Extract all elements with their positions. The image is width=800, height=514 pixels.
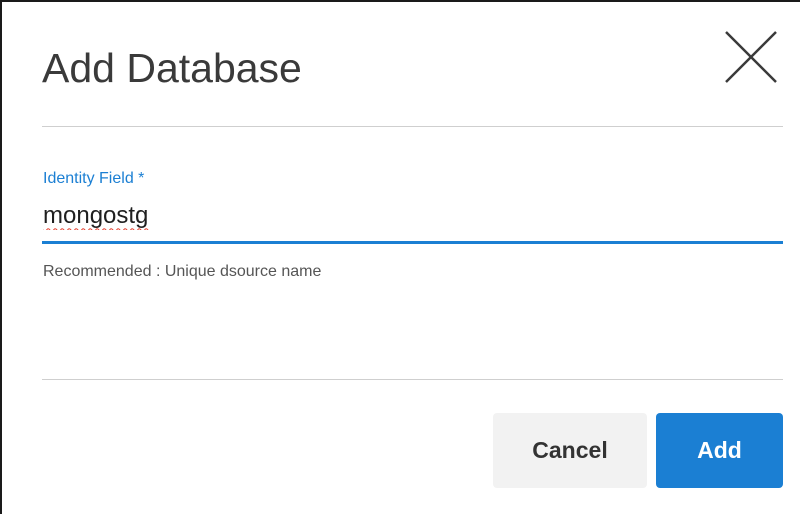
identity-field-label: Identity Field *: [43, 170, 145, 187]
add-database-dialog: Add Database Identity Field * Recommende…: [0, 0, 800, 514]
close-button[interactable]: [722, 28, 780, 86]
identity-field-input[interactable]: [42, 198, 783, 244]
footer-divider: [42, 379, 783, 380]
add-button[interactable]: Add: [656, 413, 783, 488]
identity-field-helper-text: Recommended : Unique dsource name: [43, 263, 322, 280]
cancel-button[interactable]: Cancel: [493, 413, 647, 488]
header-divider: [42, 126, 783, 127]
close-icon[interactable]: [722, 28, 780, 86]
dialog-title: Add Database: [42, 45, 302, 91]
